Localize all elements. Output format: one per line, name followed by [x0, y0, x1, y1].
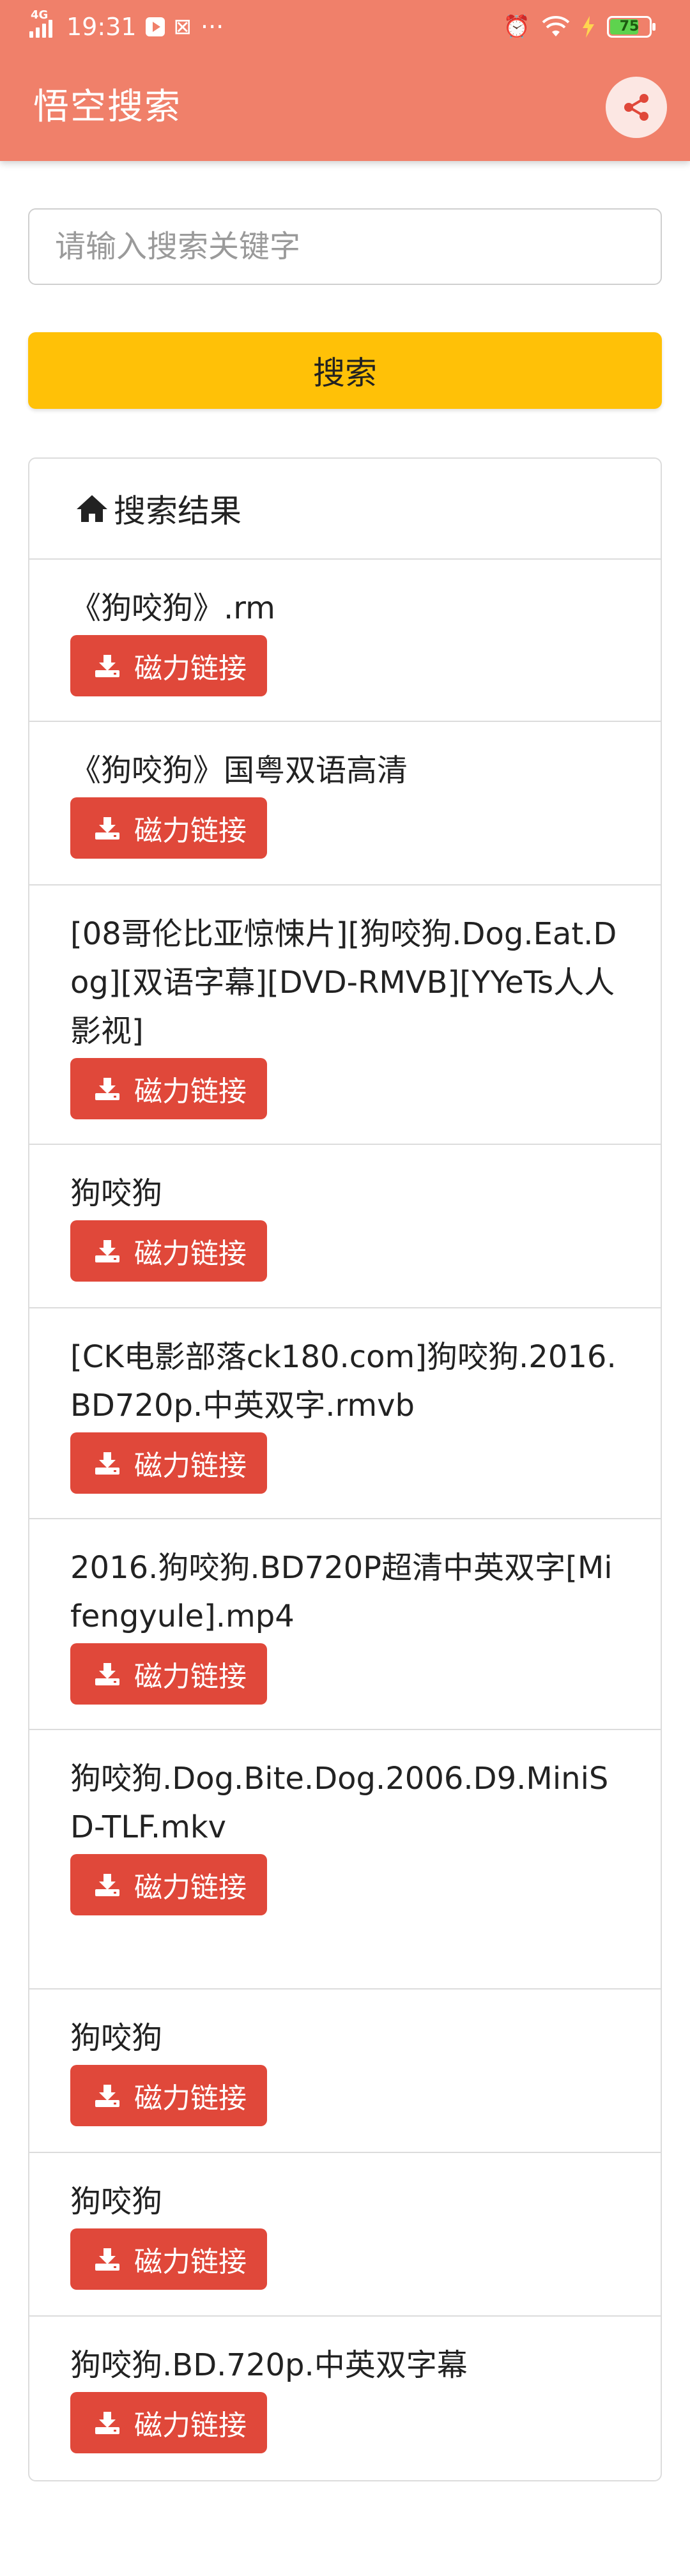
download-icon: [95, 817, 119, 839]
magnet-link-label: 磁力链接: [134, 2246, 247, 2278]
magnet-link-button[interactable]: 磁力链接: [70, 1432, 267, 1494]
app-bar: 4G 19:31 ⊠ ··· ⏰ 75 悟空搜索: [0, 0, 690, 161]
alarm-icon: ⏰: [503, 14, 530, 40]
download-icon: [95, 1874, 119, 1896]
download-icon: [95, 1078, 119, 1100]
result-item: 《狗咬狗》国粤双语高清磁力链接: [29, 722, 661, 885]
result-item: 狗咬狗磁力链接: [29, 1145, 661, 1308]
wifi-icon: [542, 16, 570, 36]
magnet-link-button[interactable]: 磁力链接: [70, 2392, 267, 2453]
results-list: 《狗咬狗》.rm 磁力链接 《狗咬狗》国粤双语高清 磁力链接 [08哥伦比亚惊悚片][狗…: [29, 560, 661, 2479]
magnet-link-button[interactable]: 磁力链接: [70, 797, 267, 859]
search-input[interactable]: [28, 208, 662, 285]
search-button[interactable]: 搜索: [28, 332, 662, 409]
result-item: 2016.狗咬狗.BD720P超清中英双字[Mifengyule].mp4 磁力链…: [29, 1519, 661, 1730]
muted-notification-icon: ⊠: [173, 14, 192, 40]
status-bar-left: 4G 19:31 ⊠ ···: [29, 10, 224, 42]
result-item: 《狗咬狗》.rm 磁力链接: [29, 560, 661, 722]
result-title: [08哥伦比亚惊悚片][狗咬狗.Dog.Eat.Dog][双语字幕][DVD-R…: [70, 916, 617, 1049]
status-time: 19:31: [66, 13, 137, 41]
share-button[interactable]: [606, 77, 667, 138]
result-title: [CK电影部落ck180.com]狗咬狗.2016.BD720p.中英双字.rm…: [70, 1339, 617, 1423]
magnet-link-button[interactable]: 磁力链接: [70, 1058, 267, 1119]
result-item: [CK电影部落ck180.com]狗咬狗.2016.BD720p.中英双字.rm…: [29, 1308, 661, 1519]
magnet-link-button[interactable]: 磁力链接: [70, 635, 267, 696]
magnet-link-label: 磁力链接: [134, 1075, 247, 1108]
magnet-link-label: 磁力链接: [134, 1238, 247, 1270]
magnet-link-label: 磁力链接: [134, 1871, 247, 1904]
more-notifications-icon: ···: [201, 13, 224, 41]
magnet-link-label: 磁力链接: [134, 815, 247, 847]
charging-icon: [583, 16, 594, 38]
magnet-link-label: 磁力链接: [134, 2409, 247, 2442]
result-title: 狗咬狗.BD.720p.中英双字幕: [70, 2347, 468, 2383]
download-icon: [95, 1240, 119, 1262]
signal-icon: 4G: [29, 10, 57, 40]
battery-level: 75: [619, 19, 640, 34]
results-heading: 搜索结果: [29, 459, 661, 560]
result-title: 狗咬狗.Dog.Bite.Dog.2006.D9.MiniSD-TLF.mkv: [70, 1761, 609, 1845]
result-item: [08哥伦比亚惊悚片][狗咬狗.Dog.Eat.Dog][双语字幕][DVD-R…: [29, 885, 661, 1145]
download-icon: [95, 1663, 119, 1685]
results-panel: 搜索结果 《狗咬狗》.rm 磁力链接 《狗咬狗》国粤双语高清 磁力链接 [08哥伦比亚惊…: [28, 457, 662, 2481]
result-item: 狗咬狗.BD.720p.中英双字幕磁力链接: [29, 2317, 661, 2479]
magnet-link-label: 磁力链接: [134, 1660, 247, 1693]
magnet-link-button[interactable]: 磁力链接: [70, 1854, 267, 1915]
home-icon: [77, 495, 107, 522]
magnet-link-button[interactable]: 磁力链接: [70, 2065, 267, 2126]
result-title: 狗咬狗: [70, 2184, 163, 2220]
download-icon: [95, 655, 119, 677]
result-title: 《狗咬狗》国粤双语高清: [70, 753, 408, 788]
magnet-link-label: 磁力链接: [134, 652, 247, 685]
result-item: 狗咬狗磁力链接: [29, 2153, 661, 2317]
battery-icon: 75: [607, 16, 656, 38]
share-icon: [624, 94, 648, 121]
results-heading-text: 搜索结果: [114, 493, 241, 530]
magnet-link-button[interactable]: 磁力链接: [70, 2228, 267, 2290]
magnet-link-label: 磁力链接: [134, 2082, 247, 2115]
magnet-link-label: 磁力链接: [134, 1450, 247, 1482]
result-title: 2016.狗咬狗.BD720P超清中英双字[Mifengyule].mp4: [70, 1550, 613, 1634]
download-icon: [95, 2085, 119, 2107]
download-icon: [95, 1452, 119, 1475]
status-bar: 4G 19:31 ⊠ ··· ⏰ 75: [0, 0, 690, 54]
status-bar-right: ⏰ 75: [503, 12, 656, 42]
app-title: 悟空搜索: [33, 86, 181, 128]
download-icon: [95, 2412, 119, 2434]
result-title: 狗咬狗: [70, 2020, 163, 2056]
result-title: 《狗咬狗》.rm: [70, 590, 275, 626]
magnet-link-button[interactable]: 磁力链接: [70, 1220, 267, 1282]
download-icon: [95, 2248, 119, 2271]
magnet-link-button[interactable]: 磁力链接: [70, 1643, 267, 1705]
video-notification-icon: [145, 17, 165, 36]
result-item: 狗咬狗.Dog.Bite.Dog.2006.D9.MiniSD-TLF.mkv 磁…: [29, 1730, 661, 1989]
result-title: 狗咬狗: [70, 1176, 163, 1211]
result-item: 狗咬狗磁力链接: [29, 1989, 661, 2153]
